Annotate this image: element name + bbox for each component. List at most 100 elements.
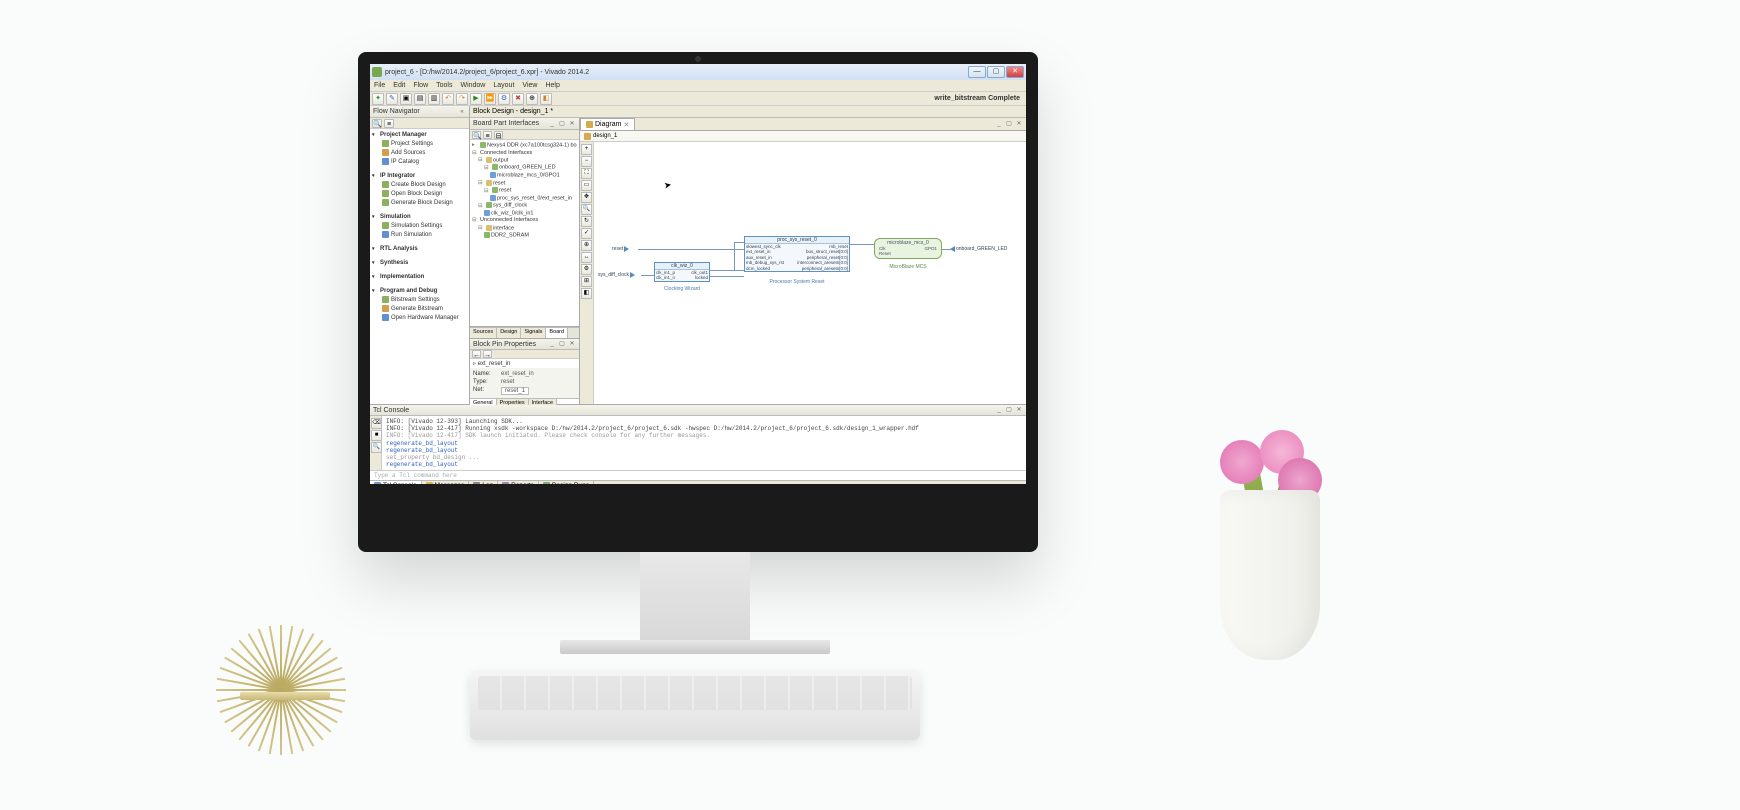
tool-new[interactable]: ✦ [372, 93, 384, 105]
menu-window[interactable]: Window [460, 82, 485, 89]
tree-board[interactable]: ▸Nexys4 DDR (xc7a100tcsg324-1) board [472, 142, 577, 150]
tool-run-all[interactable]: ⏩ [484, 93, 496, 105]
nav-run-simulation[interactable]: Run Simulation [372, 230, 467, 239]
block-design-canvas[interactable]: ➤ reset sys_diff_clock [594, 142, 1026, 404]
tree-reset[interactable]: ⊟reset [472, 187, 577, 195]
prop-tool-fwd[interactable]: → [483, 350, 492, 358]
dtool-zoom-in[interactable]: + [581, 144, 592, 155]
tool-save[interactable]: ▣ [400, 93, 412, 105]
tool-run[interactable]: ▶ [470, 93, 482, 105]
src-tool-search[interactable]: 🔍 [472, 131, 481, 139]
tree-unconnected[interactable]: ⊟Unconnected Interfaces [472, 217, 577, 224]
nav-section-simulation[interactable]: Simulation [372, 213, 467, 221]
tcl-tool-stop[interactable]: ■ [371, 430, 382, 441]
wire-clk-v[interactable] [734, 242, 735, 270]
tree-interface[interactable]: ⊟interface [472, 225, 577, 233]
ext-port-reset[interactable]: reset [612, 246, 629, 252]
minimize-button[interactable]: — [968, 66, 986, 78]
dtool-settings[interactable]: ⚙ [581, 264, 592, 275]
nav-generate-bitstream[interactable]: Generate Bitstream [372, 304, 467, 313]
ext-port-green-led[interactable]: onboard_GREEN_LED [950, 246, 1007, 252]
nav-section-rtl-analysis[interactable]: RTL Analysis [372, 245, 467, 253]
dtool-zoom-fit[interactable]: ⛶ [581, 168, 592, 179]
prop-tool-back[interactable]: ← [472, 350, 481, 358]
src-tool-collapse[interactable]: ⊟ [494, 131, 503, 139]
tree-sys-diff-clock-grp[interactable]: ⊟sys_diff_clock [472, 202, 577, 210]
btab-messages[interactable]: Messages [422, 481, 470, 484]
wire-mbreset[interactable] [850, 244, 874, 245]
panel-max-icon[interactable]: ▢ [558, 120, 566, 128]
btab-reports[interactable]: Reports [498, 481, 539, 484]
maximize-button[interactable]: ▢ [987, 66, 1005, 78]
nav-section-program-debug[interactable]: Program and Debug [372, 287, 467, 295]
diagram-tab[interactable]: Diagram ✕ [580, 118, 635, 130]
dtool-hierarchy[interactable]: ⊞ [581, 276, 592, 287]
panel-close-icon[interactable]: ✕ [568, 120, 576, 128]
wire-led[interactable] [942, 249, 952, 250]
menu-file[interactable]: File [374, 82, 385, 89]
wire-reset[interactable] [638, 249, 744, 250]
dtool-add-ip[interactable]: ⊕ [581, 240, 592, 251]
tool-stop[interactable]: ✖ [512, 93, 524, 105]
wire-locked[interactable] [710, 276, 744, 277]
tree-mcs-gpo1[interactable]: microblaze_mcs_0/GPO1 [472, 172, 577, 180]
block-microblaze-mcs[interactable]: microblaze_mcs_0 ClkGPO1 Reset [874, 238, 942, 259]
nav-open-hw-manager[interactable]: Open Hardware Manager [372, 313, 467, 322]
tree-ext-reset-in[interactable]: proc_sys_reset_0/ext_reset_in [472, 195, 577, 203]
tcl-console-output[interactable]: INFO: [Vivado 12-393] Launching SDK... I… [382, 416, 1026, 470]
nav-ip-catalog[interactable]: IP Catalog [372, 157, 467, 166]
dtool-select[interactable]: ▭ [581, 180, 592, 191]
panel-collapse-icon[interactable]: « [458, 108, 466, 116]
tcl-command-input[interactable]: Type a Tcl command here [370, 470, 1026, 480]
tab-board[interactable]: Board [546, 328, 568, 338]
nav-section-implementation[interactable]: Implementation [372, 273, 467, 281]
nav-simulation-settings[interactable]: Simulation Settings [372, 221, 467, 230]
menu-flow[interactable]: Flow [413, 82, 428, 89]
tool-default-layout[interactable]: ◧ [540, 93, 552, 105]
nav-project-settings[interactable]: Project Settings [372, 139, 467, 148]
nav-create-block-design[interactable]: Create Block Design [372, 180, 467, 189]
nav-section-synthesis[interactable]: Synthesis [372, 259, 467, 267]
tab-close-icon[interactable]: ✕ [623, 121, 629, 129]
tcl-tool-search[interactable]: 🔍 [371, 442, 382, 453]
nav-section-project-manager[interactable]: Project Manager [372, 131, 467, 139]
menu-tools[interactable]: Tools [436, 82, 452, 89]
btab-log[interactable]: Log [469, 481, 498, 484]
dtool-color[interactable]: ◧ [581, 288, 592, 299]
close-button[interactable]: ✕ [1006, 66, 1024, 78]
tree-clk-in1[interactable]: clk_wiz_0/clk_in1 [472, 210, 577, 218]
ext-port-sys-diff-clock[interactable]: sys_diff_clock [598, 272, 635, 278]
block-clk-wiz[interactable]: clk_wiz_0 clk_in1_pclk_out1 clk_in1_nloc… [654, 262, 710, 282]
dtool-search[interactable]: 🔍 [581, 204, 592, 215]
nav-add-sources[interactable]: Add Sources [372, 148, 467, 157]
tool-settings[interactable]: ⚙ [498, 93, 510, 105]
panel-min-icon[interactable]: _ [548, 120, 556, 128]
wire-clk-to-psr[interactable] [734, 242, 744, 243]
btab-tcl-console[interactable]: Tcl Console [370, 481, 422, 484]
dtool-validate[interactable]: ✓ [581, 228, 592, 239]
tool-redo[interactable]: ↷ [456, 93, 468, 105]
nav-generate-block-design[interactable]: Generate Block Design [372, 198, 467, 207]
dtool-zoom-out[interactable]: − [581, 156, 592, 167]
tool-zoom[interactable]: ⊕ [526, 93, 538, 105]
block-proc-sys-reset[interactable]: proc_sys_reset_0 slowest_sync_clkmb_rese… [744, 236, 850, 272]
tool-open[interactable]: ✎ [386, 93, 398, 105]
menu-view[interactable]: View [522, 82, 537, 89]
tab-sources[interactable]: Sources [470, 328, 497, 338]
wire-clock-in[interactable] [641, 275, 654, 276]
tree-reset-grp[interactable]: ⊟reset [472, 180, 577, 188]
tcl-tool-clear[interactable]: ⌫ [371, 418, 382, 429]
nav-open-block-design[interactable]: Open Block Design [372, 189, 467, 198]
nav-bitstream-settings[interactable]: Bitstream Settings [372, 295, 467, 304]
tool-copy[interactable]: ▤ [414, 93, 426, 105]
dtool-connect[interactable]: ↔ [581, 252, 592, 263]
tool-undo[interactable]: ↶ [442, 93, 454, 105]
tab-signals[interactable]: Signals [521, 328, 546, 338]
menu-help[interactable]: Help [545, 82, 559, 89]
nav-section-ip-integrator[interactable]: IP Integrator [372, 172, 467, 180]
wire-clk-out[interactable] [710, 270, 744, 271]
menu-layout[interactable]: Layout [493, 82, 514, 89]
dtool-pan[interactable]: ✥ [581, 192, 592, 203]
tab-design[interactable]: Design [497, 328, 521, 338]
tool-paste[interactable]: ▥ [428, 93, 440, 105]
